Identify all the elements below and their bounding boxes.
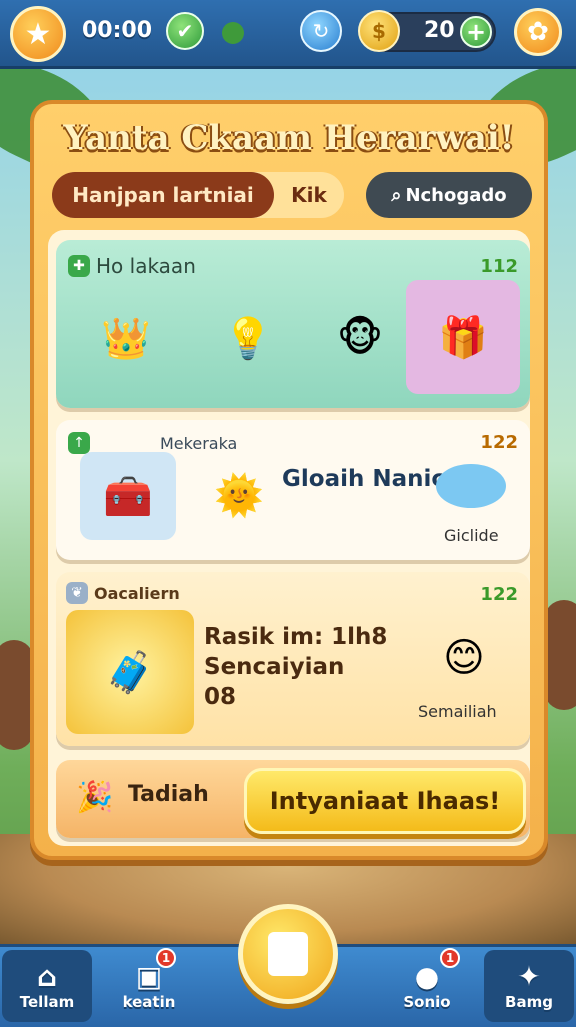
blue-action-icon[interactable]: ↻ [300, 10, 342, 52]
side-character-right [544, 600, 576, 710]
side-label: Semailiah [418, 702, 497, 721]
tag-icon: ✚ [68, 255, 90, 277]
reward-card-2[interactable]: ↑ Mekeraka 122 🧰 🌞 Gloaih Nanican Giclid… [56, 420, 530, 560]
nav-label: Sonio [403, 993, 451, 1011]
timer: 00:00 [82, 18, 153, 43]
card-header: ❦ Oacaliern [66, 582, 180, 604]
gear-icon[interactable]: ✿ [514, 8, 562, 56]
reward-card-1[interactable]: ✚ Ho lakaan 112 👑 💡 🐵 🎁 [56, 240, 530, 408]
claim-button[interactable]: Intyaniaat Ihaas! [244, 768, 526, 834]
gem-disc-icon[interactable] [436, 464, 506, 508]
dot-icon [222, 22, 244, 44]
card-header-label: Oacaliern [94, 583, 180, 603]
treasure-box-icon[interactable]: 🎁 [406, 280, 520, 394]
panel-title: Yanta Ckaam Herarwai! [63, 118, 515, 158]
check-icon[interactable]: ✔ [166, 12, 204, 50]
coin-icon: $ [358, 10, 400, 52]
side-label: Giclide [444, 526, 499, 545]
crown-character-icon[interactable]: 👑 [80, 292, 172, 384]
footer-label: Tadiah [128, 782, 209, 807]
play-button[interactable] [238, 904, 338, 1004]
card-header-label: Mekeraka [160, 434, 238, 453]
main-panel: Yanta Ckaam Herarwai! Hanjpan lartniai K… [30, 100, 548, 860]
party-hat-icon: 🎉 [76, 780, 114, 815]
pouch-icon: ● [414, 960, 440, 993]
arrow-up-icon: ↑ [68, 432, 90, 454]
nav-item-box[interactable]: ▣ keatin [104, 950, 194, 1022]
notification-badge: 1 [440, 948, 460, 968]
smiley-character-icon: 😊 [443, 635, 485, 681]
coin-value: 20 [424, 18, 455, 43]
nav-item-home[interactable]: ⌂ Tellam [2, 950, 92, 1022]
search-button[interactable]: ⌕ Nchogado [366, 172, 532, 218]
lightbulb-icon[interactable]: 💡 [202, 292, 294, 384]
star-shield-icon: ✦ [517, 960, 541, 993]
notification-badge: 1 [156, 948, 176, 968]
home-icon: ⌂ [36, 960, 58, 993]
chest-icon[interactable]: 🧰 [80, 452, 176, 540]
search-icon: ⌕ [391, 184, 402, 206]
nav-label: keatin [122, 993, 176, 1011]
card-line-1: Rasik im: 1lh8 [204, 624, 388, 650]
tab-main[interactable]: Hanjpan lartniai [52, 172, 274, 218]
nav-item-star-shield[interactable]: ✦ Bamg [484, 950, 574, 1022]
card-count: 122 [480, 432, 518, 453]
side-character-left [0, 640, 34, 750]
golden-chest-icon[interactable]: 🧳 [66, 610, 194, 734]
card-header-label: Ho lakaan [96, 254, 196, 278]
leaf-icon: ❦ [66, 582, 88, 604]
add-coins-button[interactable]: + [460, 16, 492, 48]
card-count: 112 [480, 256, 518, 277]
star-icon[interactable]: ★ [10, 6, 66, 62]
box-icon: ▣ [135, 960, 163, 993]
monkey-character-icon[interactable]: 🐵 [314, 292, 406, 384]
sun-character-icon: 🌞 [214, 472, 264, 519]
nav-label: Tellam [19, 993, 75, 1011]
play-icon [268, 932, 308, 976]
card-header: ✚ Ho lakaan [68, 254, 196, 278]
reward-card-3[interactable]: ❦ Oacaliern 122 🧳 Rasik im: 1lh8 Sencaiy… [56, 572, 530, 746]
card-count: 122 [480, 584, 518, 605]
card-header: ↑ [68, 432, 90, 454]
card-line-3: 08 [204, 684, 237, 710]
search-label: Nchogado [405, 184, 507, 206]
card-line-2: Sencaiyian [204, 654, 345, 680]
tab-secondary[interactable]: Kik [280, 172, 338, 218]
nav-label: Bamg [505, 993, 553, 1011]
